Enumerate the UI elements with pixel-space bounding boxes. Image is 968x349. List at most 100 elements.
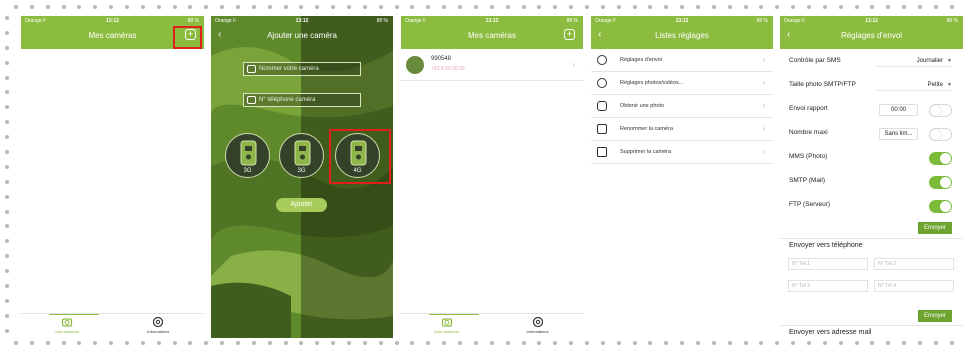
camera-phone-input[interactable]: N° téléphone caméra xyxy=(243,93,361,107)
border-dot xyxy=(172,341,177,345)
tel-input-4[interactable]: N° Tél 4 xyxy=(874,280,954,292)
page-title: Réglages d'envoi xyxy=(840,31,903,40)
photo-size-select[interactable]: Petite ▼ xyxy=(876,79,952,91)
tab-label: Informations xyxy=(147,329,170,334)
battery: 88 % xyxy=(566,18,578,24)
chevron-down-icon: ▼ xyxy=(947,82,952,88)
border-dot xyxy=(5,45,9,50)
camera-icon xyxy=(61,318,72,327)
row-max: Nombre maxi Sans lim... xyxy=(780,122,963,146)
tab-camera-list[interactable]: Liste caméras xyxy=(21,316,113,334)
border-dot xyxy=(806,341,811,345)
border-dot xyxy=(283,341,288,345)
battery: 88 % xyxy=(187,18,199,24)
border-dot xyxy=(125,341,130,345)
header: Orange F 13:12 88 % ‹ Ajouter une caméra xyxy=(211,16,393,49)
tab-label: Liste caméras xyxy=(434,329,459,334)
border-dot xyxy=(473,341,478,345)
border-dot xyxy=(442,341,447,345)
tab-bar: Liste caméras Informations xyxy=(401,313,583,338)
camera-name: 990548 xyxy=(431,56,452,62)
border-dot xyxy=(569,341,574,345)
border-dot xyxy=(267,5,272,9)
battery: 88 % xyxy=(376,18,388,24)
screen-send-settings: Orange F 13:12 88 % ‹ Réglages d'envoi C… xyxy=(780,16,963,338)
mms-toggle[interactable] xyxy=(929,152,952,165)
tab-informations[interactable]: Informations xyxy=(492,316,583,334)
border-dot xyxy=(902,341,907,345)
border-dot xyxy=(347,341,352,345)
row-label: Taille photo SMTP/FTP xyxy=(789,81,856,88)
camera-name-input[interactable]: Nommer votre caméra xyxy=(243,62,361,76)
border-dot xyxy=(870,5,875,9)
border-dot xyxy=(648,5,653,9)
max-count-input[interactable]: Sans lim... xyxy=(879,128,918,140)
add-camera-button[interactable]: Ajouter xyxy=(276,198,327,212)
camera-type-3g[interactable]: 3G xyxy=(225,133,270,178)
camera-type-label: 3G xyxy=(243,168,252,174)
screenshot-collage: Orange F 13:12 88 % Mes caméras + Liste … xyxy=(0,0,968,349)
border-dot xyxy=(822,5,827,9)
gear-icon xyxy=(597,55,607,65)
ftp-toggle[interactable] xyxy=(929,200,952,213)
border-dot xyxy=(77,341,82,345)
settings-item-rename[interactable]: Renommer la caméra › xyxy=(591,118,773,141)
border-dot xyxy=(569,5,574,9)
section-title-mail: Envoyer vers adresse mail xyxy=(789,329,872,336)
report-time-input[interactable]: 00:00 xyxy=(879,104,918,116)
active-tab-indicator xyxy=(49,314,99,315)
send-button[interactable]: Envoyer xyxy=(918,222,952,234)
border-dot xyxy=(664,5,669,9)
camera-type-3g[interactable]: 3G xyxy=(279,133,324,178)
id-card-icon xyxy=(247,65,256,73)
border-dot xyxy=(362,341,367,345)
send-button-phone[interactable]: Envoyer xyxy=(918,310,952,322)
border-dot xyxy=(5,16,9,20)
gear-icon xyxy=(532,316,543,328)
message-icon xyxy=(597,101,607,111)
border-dot xyxy=(648,341,653,345)
camera-avatar xyxy=(406,56,424,74)
settings-item-delete[interactable]: Supprimer la caméra › xyxy=(591,141,773,164)
tel-input-1[interactable]: N° Tél 1 xyxy=(788,258,868,270)
border-dot xyxy=(5,135,9,140)
tab-informations[interactable]: Informations xyxy=(113,316,205,334)
select-value: Journalier xyxy=(916,58,943,64)
settings-item-photo-video[interactable]: Réglages photos/vidéos... › xyxy=(591,72,773,95)
border-dot xyxy=(584,341,589,345)
max-toggle[interactable] xyxy=(929,128,952,141)
settings-item-get-photo[interactable]: Obtenir une photo › xyxy=(591,95,773,118)
settings-item-label: Réglages photos/vidéos... xyxy=(620,80,684,86)
border-dot xyxy=(727,5,732,9)
sms-control-select[interactable]: Journalier ▼ xyxy=(876,55,952,67)
screen-camera-list: Orange F 13:12 88 % Mes caméras + 990548… xyxy=(401,16,583,338)
border-dot xyxy=(426,5,431,9)
camera-icon xyxy=(441,318,452,327)
border-dot xyxy=(331,341,336,345)
border-dot xyxy=(5,120,9,125)
gear-icon xyxy=(153,316,164,328)
smtp-toggle[interactable] xyxy=(929,176,952,189)
border-dot xyxy=(664,341,669,345)
toggle-knob xyxy=(940,153,951,164)
border-dot xyxy=(727,341,732,345)
border-dot xyxy=(600,5,605,9)
report-toggle[interactable] xyxy=(929,104,952,117)
border-dot xyxy=(521,341,526,345)
settings-item-send[interactable]: Réglages d'envoi › xyxy=(591,49,773,72)
tel-input-3[interactable]: N° Tél 3 xyxy=(788,280,868,292)
highlight-frame xyxy=(173,26,202,49)
toggle-knob xyxy=(930,129,941,140)
border-dot xyxy=(553,341,558,345)
plus-square-icon[interactable]: + xyxy=(564,29,575,40)
border-dot xyxy=(140,5,145,9)
border-dot xyxy=(5,30,9,35)
border-dot xyxy=(61,5,66,9)
border-dot xyxy=(5,105,9,110)
tab-camera-list[interactable]: Liste caméras xyxy=(401,316,492,334)
row-sms-control: Contrôle par SMS Journalier ▼ xyxy=(780,50,963,74)
camera-list-item[interactable]: 990548 +33 6 00 00 00 › xyxy=(401,49,583,81)
border-dot xyxy=(188,5,193,9)
tab-bar: Liste caméras Informations xyxy=(21,313,204,338)
tel-input-2[interactable]: N° Tél 2 xyxy=(874,258,954,270)
